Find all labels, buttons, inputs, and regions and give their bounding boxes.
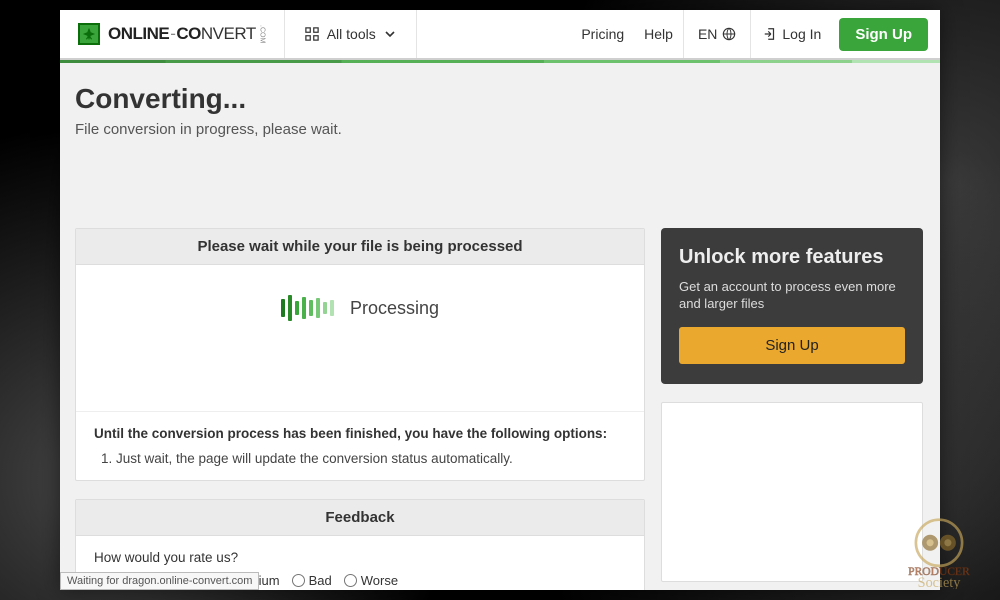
brand-logo[interactable]: ONLINE-CONVERT .COM [60, 10, 285, 58]
processing-panel-title: Please wait while your file is being pro… [76, 229, 644, 265]
signup-button[interactable]: Sign Up [839, 18, 928, 51]
browser-status-bar: Waiting for dragon.online-convert.com [60, 572, 259, 590]
promo-body: Get an account to process even more and … [679, 279, 905, 313]
option-item: Just wait, the page will update the conv… [116, 451, 626, 466]
rating-bad[interactable]: Bad [292, 573, 332, 588]
login-label: Log In [782, 26, 821, 42]
language-selector[interactable]: EN [683, 10, 751, 58]
app-window: ONLINE-CONVERT .COM All tools Pricing He… [60, 10, 940, 590]
promo-signup-button[interactable]: Sign Up [679, 327, 905, 364]
login-icon [763, 27, 777, 41]
page-subtitle: File conversion in progress, please wait… [75, 121, 925, 138]
brand-com: .COM [259, 25, 266, 43]
feedback-title: Feedback [76, 500, 644, 536]
rating-worse[interactable]: Worse [344, 573, 398, 588]
chevron-down-icon [384, 28, 396, 40]
brand-text: ONLINE-CONVERT [108, 24, 256, 44]
processing-label: Processing [350, 298, 439, 319]
promo-panel: Unlock more features Get an account to p… [661, 228, 923, 384]
processing-indicator: Processing [76, 265, 644, 411]
brand-icon [78, 23, 100, 45]
processing-panel-footer: Until the conversion process has been fi… [76, 411, 644, 480]
accent-bar [60, 60, 940, 63]
language-label: EN [698, 26, 717, 42]
feedback-question: How would you rate us? [94, 550, 626, 565]
producer-society-watermark: PRODUCER Society [884, 509, 994, 594]
all-tools-menu[interactable]: All tools [285, 10, 417, 58]
page-title: Converting... [75, 83, 925, 115]
svg-text:Society: Society [918, 575, 962, 589]
promo-title: Unlock more features [679, 246, 905, 269]
equalizer-icon [281, 295, 334, 321]
options-list: Just wait, the page will update the conv… [116, 451, 626, 466]
help-link[interactable]: Help [634, 26, 683, 42]
grid-icon [305, 27, 319, 41]
globe-icon [722, 27, 736, 41]
top-nav: ONLINE-CONVERT .COM All tools Pricing He… [60, 10, 940, 60]
options-note: Until the conversion process has been fi… [94, 426, 607, 441]
login-link[interactable]: Log In [751, 26, 833, 42]
all-tools-label: All tools [327, 26, 376, 42]
main-content: Converting... File conversion in progres… [60, 63, 940, 590]
processing-panel: Please wait while your file is being pro… [75, 228, 645, 481]
pricing-link[interactable]: Pricing [571, 26, 634, 42]
